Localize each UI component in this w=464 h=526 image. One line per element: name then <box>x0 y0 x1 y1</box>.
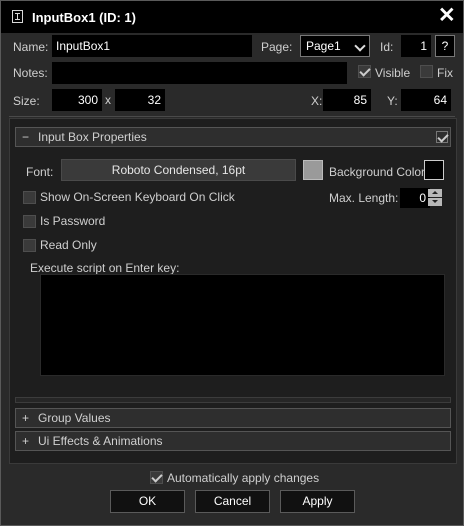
properties-panel: − Input Box Properties Font: Roboto Cond… <box>9 118 457 464</box>
id-label: Id: <box>380 40 394 54</box>
section-separator <box>15 397 451 403</box>
auto-apply-checkbox[interactable] <box>150 471 163 484</box>
spin-up-icon[interactable] <box>428 189 442 197</box>
title-bar: InputBox1 (ID: 1) ✕ <box>1 1 463 33</box>
inputbox-properties-dialog: InputBox1 (ID: 1) ✕ Name: InputBox1 Page… <box>0 0 464 526</box>
size-label: Size: <box>13 94 40 108</box>
y-input[interactable]: 64 <box>401 89 451 111</box>
y-label: Y: <box>387 94 398 108</box>
collapse-icon: − <box>22 130 30 144</box>
visible-checkbox[interactable] <box>358 65 371 78</box>
max-length-spinner[interactable] <box>428 189 442 206</box>
section-title: Input Box Properties <box>38 130 147 144</box>
x-input[interactable]: 85 <box>323 89 371 111</box>
cancel-button[interactable]: Cancel <box>195 490 270 513</box>
page-select-value: Page1 <box>306 39 341 53</box>
width-input[interactable]: 300 <box>52 89 102 111</box>
window-title: InputBox1 (ID: 1) <box>32 10 136 25</box>
x-label: X: <box>311 94 323 108</box>
close-icon[interactable]: ✕ <box>438 5 456 27</box>
script-editor[interactable] <box>40 274 445 376</box>
height-input[interactable]: 32 <box>115 89 165 111</box>
help-button[interactable]: ? <box>435 35 455 57</box>
spin-down-icon[interactable] <box>428 198 442 206</box>
password-checkbox[interactable] <box>23 215 36 228</box>
script-label: Execute script on Enter key: <box>30 261 180 275</box>
id-input[interactable]: 1 <box>401 35 431 57</box>
ok-button[interactable]: OK <box>110 490 185 513</box>
font-color-swatch[interactable] <box>303 160 323 180</box>
expand-icon: + <box>22 434 30 448</box>
name-label: Name: <box>13 40 49 54</box>
keyboard-label: Show On-Screen Keyboard On Click <box>40 190 235 204</box>
notes-input[interactable] <box>52 62 347 84</box>
section-title: Group Values <box>38 411 111 425</box>
max-length-input[interactable]: 0 <box>400 188 430 208</box>
auto-apply-label: Automatically apply changes <box>167 471 320 485</box>
keyboard-checkbox[interactable] <box>23 191 36 204</box>
font-button[interactable]: Roboto Condensed, 16pt <box>61 159 296 181</box>
notes-label: Notes: <box>13 66 48 80</box>
font-label: Font: <box>26 165 54 179</box>
name-input[interactable]: InputBox1 <box>52 35 252 57</box>
group-values-header[interactable]: + Group Values <box>15 408 451 428</box>
section-title: Ui Effects & Animations <box>38 434 163 448</box>
fix-checkbox[interactable] <box>420 65 433 78</box>
max-length-label: Max. Length: <box>329 191 399 205</box>
textbox-icon <box>12 10 23 23</box>
input-box-properties-header[interactable]: − Input Box Properties <box>15 127 451 147</box>
page-label: Page: <box>261 40 293 54</box>
readonly-label: Read Only <box>40 238 97 252</box>
background-color-label: Background Color: <box>329 165 429 179</box>
background-color-swatch[interactable] <box>424 160 444 180</box>
password-label: Is Password <box>40 214 106 228</box>
visible-label: Visible <box>375 66 411 80</box>
size-separator: x <box>105 93 111 107</box>
divider <box>9 116 455 117</box>
fix-label: Fix <box>437 66 453 80</box>
ui-effects-header[interactable]: + Ui Effects & Animations <box>15 431 451 451</box>
page-select[interactable]: Page1 <box>300 35 370 57</box>
expand-icon: + <box>22 411 30 425</box>
readonly-checkbox[interactable] <box>23 239 36 252</box>
chevron-down-icon <box>354 40 366 52</box>
section-enabled-checkbox[interactable] <box>436 131 448 143</box>
apply-button[interactable]: Apply <box>280 490 355 513</box>
